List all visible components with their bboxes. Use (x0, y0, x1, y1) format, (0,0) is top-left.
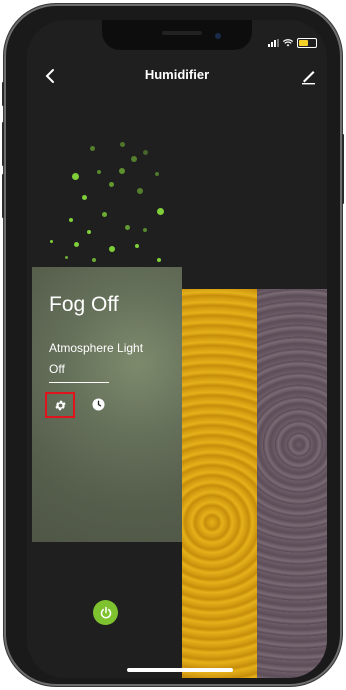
power-button[interactable] (93, 600, 118, 625)
page-title: Humidifier (144, 67, 210, 82)
status-bar (268, 38, 317, 48)
phone-frame: Humidifier Fog Off Atmosphere Light Off (2, 4, 344, 686)
fog-status-label: Fog Off (49, 293, 119, 316)
theme-card-texture[interactable] (257, 289, 327, 678)
front-camera (215, 33, 221, 39)
battery-icon (297, 38, 317, 48)
atmosphere-light-state: Off (49, 362, 65, 376)
settings-button[interactable] (45, 392, 75, 418)
atmosphere-light-label: Atmosphere Light (49, 341, 144, 355)
gear-icon (54, 400, 66, 410)
notch (102, 20, 252, 50)
home-indicator[interactable] (127, 668, 233, 672)
volume-up-button (2, 122, 4, 166)
divider (49, 382, 109, 383)
power-icon (100, 606, 111, 618)
clock-icon[interactable] (92, 398, 105, 411)
theme-card-sunflower[interactable] (182, 289, 257, 678)
volume-down-button (2, 174, 4, 218)
wifi-icon (283, 39, 293, 47)
mist-particles (27, 130, 327, 280)
top-navigation-bar: Humidifier (27, 60, 327, 92)
speaker-grille (162, 31, 202, 35)
device-screen: Humidifier Fog Off Atmosphere Light Off (27, 20, 327, 678)
mute-switch (2, 82, 4, 106)
signal-icon (268, 39, 279, 47)
pencil-icon[interactable] (299, 66, 319, 86)
power-side-button (342, 134, 344, 204)
